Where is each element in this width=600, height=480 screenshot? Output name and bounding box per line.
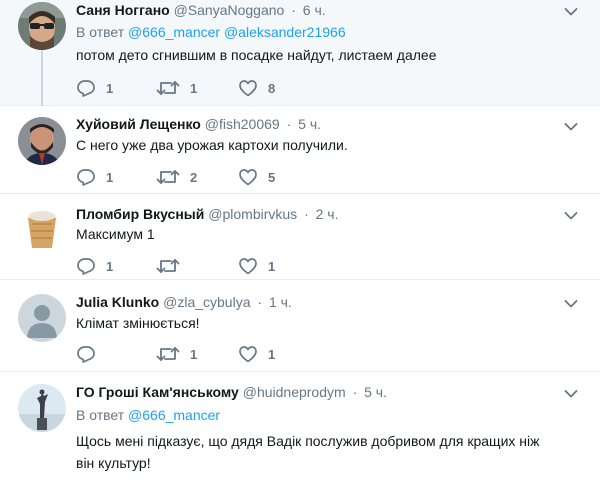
reply-icon xyxy=(76,256,96,276)
tweet[interactable]: Саня Ногганo @SanyaNoggano · 6 ч. В отве… xyxy=(0,0,600,106)
reply-button[interactable]: 1 xyxy=(76,78,156,98)
bearded-man-avatar[interactable] xyxy=(18,117,66,165)
timestamp[interactable]: 5 ч. xyxy=(364,384,387,400)
timestamp[interactable]: 2 ч. xyxy=(316,206,339,222)
user-handle[interactable]: @zla_cybulya xyxy=(163,294,250,310)
display-name[interactable]: Саня Ногганo xyxy=(76,2,170,18)
reply-button[interactable] xyxy=(76,344,156,364)
tweet-text: потом дето сгнившим в посадке найдут, ли… xyxy=(76,47,437,63)
retweet-button[interactable] xyxy=(156,256,238,276)
timestamp[interactable]: 1 ч. xyxy=(269,294,292,310)
retweet-count: 1 xyxy=(190,346,198,362)
caret-down-icon[interactable] xyxy=(564,211,578,221)
reply-to-line: В ответ @666_mancer xyxy=(76,407,220,423)
display-name[interactable]: Хуйовий Лещенко xyxy=(76,116,201,132)
timestamp[interactable]: 6 ч. xyxy=(303,2,326,18)
separator-dot: · xyxy=(304,206,309,222)
like-count: 1 xyxy=(268,258,276,274)
tweet-actions: 1 1 8 xyxy=(76,78,318,98)
like-icon xyxy=(238,256,258,276)
tweet-header: Саня Ногганo @SanyaNoggano · 6 ч. xyxy=(76,2,326,18)
statue-avatar[interactable] xyxy=(18,384,66,432)
reply-button[interactable]: 1 xyxy=(76,256,156,276)
tweet[interactable]: Хуйовий Лещенко @fish20069 · 5 ч. С него… xyxy=(0,106,600,194)
tweet-header: Пломбир Вкусный @plombirvkus · 2 ч. xyxy=(76,206,338,222)
retweet-icon xyxy=(156,256,180,276)
separator-dot: · xyxy=(352,384,358,400)
caret-down-icon[interactable] xyxy=(564,389,578,399)
retweet-button[interactable]: 2 xyxy=(156,167,238,187)
man-with-sunglasses-avatar[interactable] xyxy=(18,2,66,50)
like-count: 1 xyxy=(268,346,276,362)
like-count: 5 xyxy=(268,169,276,185)
retweet-count: 2 xyxy=(190,169,198,185)
retweet-button[interactable]: 1 xyxy=(156,78,238,98)
like-count: 8 xyxy=(268,80,276,96)
reply-to-link[interactable]: @666_mancer xyxy=(128,24,220,40)
reply-to-link[interactable]: @aleksander21966 xyxy=(224,24,346,40)
tweet-header: ГО Гроші Кам'янському @huidneprodym · 5 … xyxy=(76,384,387,400)
tweet-text: Щось мені підказує, що дядя Вадік послуж… xyxy=(76,433,540,471)
like-icon xyxy=(238,167,258,187)
tweet-text: Клімат змінюється! xyxy=(76,315,200,331)
reply-prefix: В ответ xyxy=(76,24,125,40)
caret-down-icon[interactable] xyxy=(564,7,578,17)
retweet-icon xyxy=(156,167,180,187)
separator-dot: · xyxy=(286,116,292,132)
reply-count: 1 xyxy=(106,258,114,274)
tweet-actions: 1 2 5 xyxy=(76,167,318,187)
tweet[interactable]: Julia Klunko @zla_cybulya · 1 ч. Клімат … xyxy=(0,280,600,372)
reply-button[interactable]: 1 xyxy=(76,167,156,187)
thread-line xyxy=(41,50,43,106)
timestamp[interactable]: 5 ч. xyxy=(298,116,321,132)
retweet-icon xyxy=(156,78,180,98)
default-user-avatar[interactable] xyxy=(18,294,66,342)
retweet-icon xyxy=(156,344,180,364)
display-name[interactable]: Julia Klunko xyxy=(76,294,159,310)
tweet[interactable]: ГО Гроші Кам'янському @huidneprodym · 5 … xyxy=(0,372,600,480)
reply-to-line: В ответ @666_mancer @aleksander21966 xyxy=(76,24,346,40)
tweet-header: Julia Klunko @zla_cybulya · 1 ч. xyxy=(76,294,292,310)
retweet-button[interactable]: 1 xyxy=(156,344,238,364)
like-button[interactable]: 5 xyxy=(238,167,318,187)
reply-icon xyxy=(76,78,96,98)
reply-icon xyxy=(76,167,96,187)
reply-prefix: В ответ xyxy=(76,407,125,423)
reply-count: 1 xyxy=(106,169,114,185)
user-handle[interactable]: @SanyaNoggano xyxy=(174,2,285,18)
caret-down-icon[interactable] xyxy=(564,122,578,132)
tweet-text: Максимум 1 xyxy=(76,226,155,242)
like-icon xyxy=(238,78,258,98)
user-handle[interactable]: @plombirvkus xyxy=(208,206,297,222)
separator-dot: · xyxy=(257,294,263,310)
display-name[interactable]: Пломбир Вкусный xyxy=(76,206,204,222)
tweet[interactable]: Пломбир Вкусный @plombirvkus · 2 ч. Макс… xyxy=(0,194,600,280)
tweet-actions: 1 1 xyxy=(76,256,318,276)
ice-cream-avatar[interactable] xyxy=(18,204,66,252)
user-handle[interactable]: @huidneprodym xyxy=(243,384,346,400)
caret-down-icon[interactable] xyxy=(564,299,578,309)
retweet-count: 1 xyxy=(190,80,198,96)
tweet-text: С него уже два урожая картохи получили. xyxy=(76,137,348,153)
like-button[interactable]: 1 xyxy=(238,344,318,364)
reply-count: 1 xyxy=(106,80,114,96)
reply-to-link[interactable]: @666_mancer xyxy=(128,407,220,423)
tweet-header: Хуйовий Лещенко @fish20069 · 5 ч. xyxy=(76,116,321,132)
tweet-actions: 1 1 xyxy=(76,344,318,364)
like-button[interactable]: 1 xyxy=(238,256,318,276)
like-icon xyxy=(238,344,258,364)
separator-dot: · xyxy=(291,2,296,18)
like-button[interactable]: 8 xyxy=(238,78,318,98)
reply-icon xyxy=(76,344,96,364)
user-handle[interactable]: @fish20069 xyxy=(205,116,280,132)
display-name[interactable]: ГО Гроші Кам'янському xyxy=(76,384,239,400)
